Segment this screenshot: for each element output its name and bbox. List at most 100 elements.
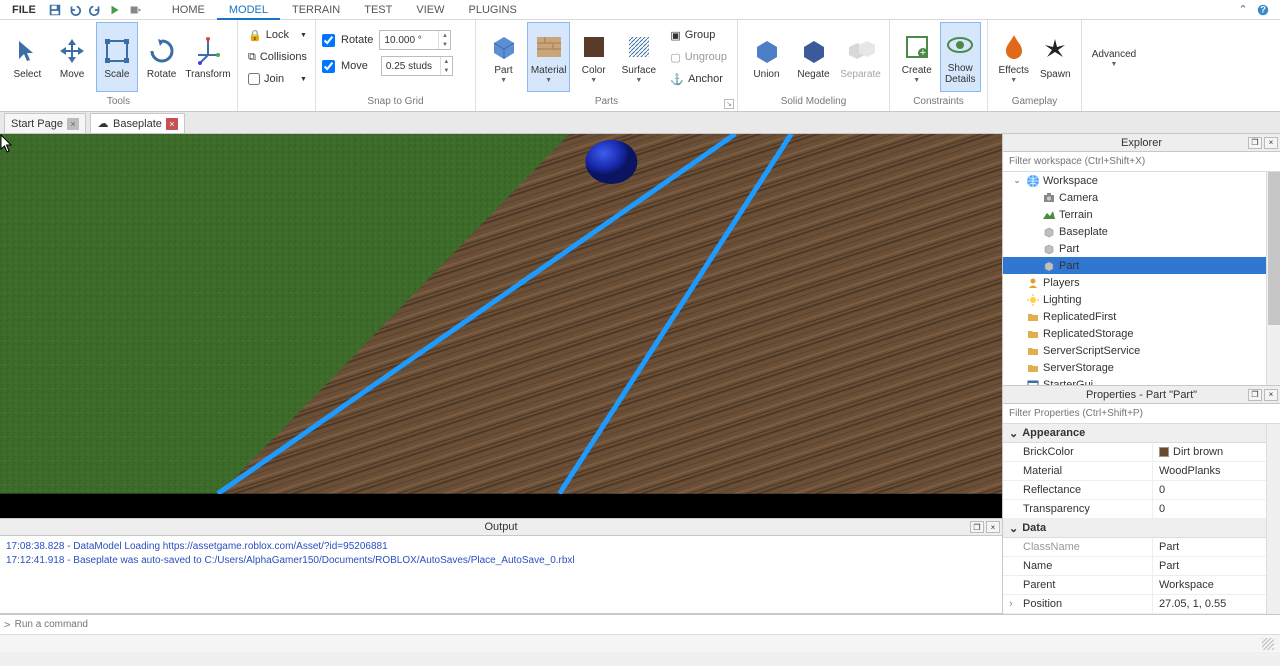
- effects-button[interactable]: Effects▼: [994, 22, 1034, 92]
- chevron-right-icon[interactable]: ›: [1009, 598, 1013, 610]
- property-value[interactable]: 0: [1153, 500, 1280, 518]
- rotate-snap-checkbox[interactable]: [322, 34, 335, 47]
- tree-item[interactable]: Terrain: [1003, 206, 1280, 223]
- scrollbar[interactable]: [1266, 172, 1280, 385]
- create-constraint-button[interactable]: +Create▼: [896, 22, 938, 92]
- tree-item[interactable]: ReplicatedStorage: [1003, 325, 1280, 342]
- group-button[interactable]: ▣Group: [666, 24, 731, 46]
- resize-grip-icon[interactable]: [1262, 638, 1274, 650]
- close-tab-icon[interactable]: ×: [166, 118, 178, 130]
- collisions-button[interactable]: ⧉Collisions: [244, 46, 311, 68]
- doctab-baseplate[interactable]: ☁ Baseplate ×: [90, 113, 185, 133]
- property-group-header[interactable]: ⌄Data: [1003, 519, 1280, 538]
- help-icon[interactable]: ?: [1256, 3, 1270, 17]
- tab-model[interactable]: MODEL: [217, 0, 280, 20]
- property-value[interactable]: Part: [1153, 538, 1280, 556]
- tree-item[interactable]: StarterGui: [1003, 376, 1280, 385]
- join-checkbox[interactable]: [248, 73, 260, 85]
- property-value[interactable]: Part: [1153, 557, 1280, 575]
- color-button[interactable]: Color▼: [572, 22, 615, 92]
- move-button[interactable]: Move: [51, 22, 94, 92]
- tree-item[interactable]: ServerScriptService: [1003, 342, 1280, 359]
- command-input[interactable]: [15, 619, 1276, 630]
- union-button[interactable]: Union: [744, 22, 789, 92]
- tab-plugins[interactable]: PLUGINS: [457, 0, 529, 20]
- properties-filter-input[interactable]: [1003, 404, 1280, 423]
- property-value[interactable]: WoodPlanks: [1153, 462, 1280, 480]
- parts-group-launcher[interactable]: ↘: [724, 99, 734, 109]
- viewport-3d[interactable]: [0, 134, 1002, 518]
- property-row[interactable]: ClassNamePart: [1003, 538, 1280, 557]
- rotate-snap-input[interactable]: 10.000 °▲▼: [379, 30, 451, 50]
- tree-item[interactable]: Players: [1003, 274, 1280, 291]
- property-group-header[interactable]: ⌄Appearance: [1003, 424, 1280, 443]
- property-value[interactable]: Workspace: [1153, 576, 1280, 594]
- anchor-button[interactable]: ⚓Anchor: [666, 68, 731, 90]
- twist-icon[interactable]: ⌄: [1011, 175, 1023, 186]
- redo-icon[interactable]: [88, 3, 102, 17]
- rotate-button[interactable]: Rotate: [140, 22, 183, 92]
- material-button[interactable]: Material▼: [527, 22, 570, 92]
- properties-undock-icon[interactable]: ❐: [1248, 389, 1262, 401]
- property-value[interactable]: 0: [1153, 481, 1280, 499]
- property-row[interactable]: MaterialWoodPlanks: [1003, 462, 1280, 481]
- save-icon[interactable]: [48, 3, 62, 17]
- lock-button[interactable]: 🔒Lock▼: [244, 24, 311, 46]
- output-panel[interactable]: 17:08:38.828 - DataModel Loading https:/…: [0, 536, 1002, 614]
- players-icon: [1026, 276, 1040, 290]
- tree-item[interactable]: Baseplate: [1003, 223, 1280, 240]
- tree-item[interactable]: ServerStorage: [1003, 359, 1280, 376]
- tab-terrain[interactable]: TERRAIN: [280, 0, 352, 20]
- property-row[interactable]: BrickColorDirt brown: [1003, 443, 1280, 462]
- show-details-button[interactable]: Show Details: [940, 22, 982, 92]
- doctab-start-page[interactable]: Start Page ×: [4, 113, 86, 133]
- part-icon: [1042, 225, 1056, 239]
- property-row[interactable]: ›Position27.05, 1, 0.55: [1003, 595, 1280, 614]
- spawn-button[interactable]: Spawn: [1036, 22, 1076, 92]
- tab-test[interactable]: TEST: [352, 0, 404, 20]
- group-label-gameplay: Gameplay: [994, 95, 1075, 111]
- part-button[interactable]: Part▼: [482, 22, 525, 92]
- explorer-undock-icon[interactable]: ❐: [1248, 137, 1262, 149]
- output-close-icon[interactable]: ×: [986, 521, 1000, 533]
- scale-button[interactable]: Scale: [96, 22, 139, 92]
- tab-home[interactable]: HOME: [160, 0, 217, 20]
- property-value[interactable]: Dirt brown: [1153, 443, 1280, 461]
- tree-item[interactable]: Part: [1003, 240, 1280, 257]
- undo-icon[interactable]: [68, 3, 82, 17]
- close-tab-icon[interactable]: ×: [67, 118, 79, 130]
- advanced-button[interactable]: Advanced▼: [1088, 29, 1140, 89]
- explorer-filter-input[interactable]: [1003, 152, 1280, 171]
- tree-item[interactable]: ReplicatedFirst: [1003, 308, 1280, 325]
- file-menu[interactable]: FILE: [4, 4, 44, 16]
- tab-view[interactable]: VIEW: [404, 0, 456, 20]
- property-row[interactable]: Transparency0: [1003, 500, 1280, 519]
- join-button[interactable]: Join▼: [244, 68, 311, 90]
- output-undock-icon[interactable]: ❐: [970, 521, 984, 533]
- tree-item[interactable]: Part: [1003, 257, 1280, 274]
- tree-item-label: Camera: [1059, 192, 1098, 204]
- properties-close-icon[interactable]: ×: [1264, 389, 1278, 401]
- play-icon[interactable]: [108, 3, 122, 17]
- tree-item[interactable]: ⌄Workspace: [1003, 172, 1280, 189]
- move-snap-input[interactable]: 0.25 studs▲▼: [381, 56, 453, 76]
- negate-button[interactable]: Negate: [791, 22, 836, 92]
- move-snap-checkbox[interactable]: [322, 60, 335, 73]
- explorer-tree[interactable]: ⌄WorkspaceCameraTerrainBaseplatePartPart…: [1003, 172, 1280, 385]
- play-dropdown-icon[interactable]: [128, 3, 142, 17]
- property-value[interactable]: 27.05, 1, 0.55: [1153, 595, 1280, 613]
- command-bar[interactable]: >: [0, 614, 1280, 634]
- property-row[interactable]: NamePart: [1003, 557, 1280, 576]
- select-button[interactable]: Select: [6, 22, 49, 92]
- ungroup-button[interactable]: ▢Ungroup: [666, 46, 731, 68]
- explorer-close-icon[interactable]: ×: [1264, 137, 1278, 149]
- tree-item[interactable]: Camera: [1003, 189, 1280, 206]
- collapse-ribbon-icon[interactable]: ⌃: [1236, 3, 1250, 17]
- transform-button[interactable]: Transform: [185, 22, 231, 92]
- properties-list[interactable]: ⌄AppearanceBrickColorDirt brownMaterialW…: [1003, 424, 1280, 614]
- surface-button[interactable]: Surface▼: [617, 22, 660, 92]
- property-row[interactable]: ParentWorkspace: [1003, 576, 1280, 595]
- scrollbar[interactable]: [1266, 424, 1280, 614]
- tree-item[interactable]: Lighting: [1003, 291, 1280, 308]
- property-row[interactable]: Reflectance0: [1003, 481, 1280, 500]
